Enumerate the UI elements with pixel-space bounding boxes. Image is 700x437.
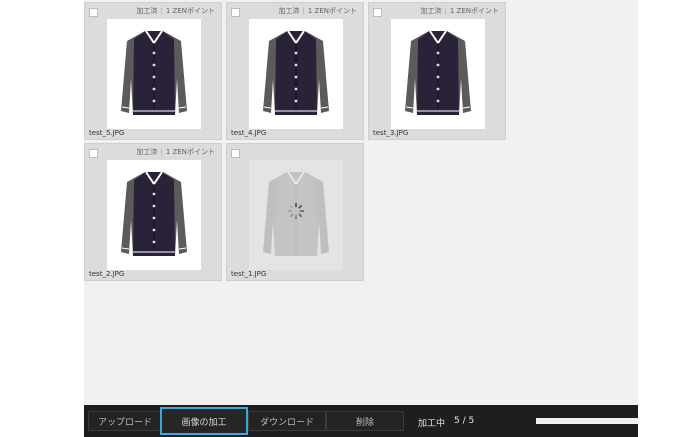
processing-status-label: 加工中 bbox=[418, 419, 446, 429]
download-button[interactable]: ダウンロード bbox=[248, 411, 326, 431]
select-checkbox[interactable] bbox=[231, 8, 240, 17]
delete-button[interactable]: 削除 bbox=[326, 411, 404, 431]
select-checkbox[interactable] bbox=[373, 8, 382, 17]
image-processing-app: 加工済 | 1 ZENポイント test_5.JPG 加工済 | 1 ZENポイ… bbox=[84, 0, 638, 437]
processing-count: 5 / 5 bbox=[454, 416, 475, 426]
loading-spinner-icon bbox=[287, 202, 305, 220]
progress-bar bbox=[536, 418, 638, 424]
card-meta: 加工済 | 1 ZENポイント bbox=[278, 7, 358, 15]
image-card[interactable]: 加工済 | 1 ZENポイント test_2.JPG bbox=[84, 143, 222, 281]
card-meta: 加工済 | 1 ZENポイント bbox=[420, 7, 500, 15]
points-label: 1 ZENポイント bbox=[165, 148, 215, 156]
jacket-image bbox=[405, 30, 471, 115]
bottom-toolbar: アップロード 画像の加工 ダウンロード 削除 加工中 5 / 5 bbox=[84, 405, 638, 437]
image-card[interactable]: 加工済 | 1 ZENポイント test_3.JPG bbox=[368, 2, 506, 140]
points-label: 1 ZENポイント bbox=[165, 7, 215, 15]
image-card[interactable]: test_1.JPG bbox=[226, 143, 364, 281]
jacket-thumbnail[interactable] bbox=[107, 19, 201, 129]
jacket-thumbnail[interactable] bbox=[107, 160, 201, 270]
file-name: test_1.JPG bbox=[231, 270, 267, 278]
points-label: 1 ZENポイント bbox=[307, 7, 357, 15]
select-checkbox[interactable] bbox=[89, 149, 98, 158]
card-meta: 加工済 | 1 ZENポイント bbox=[136, 7, 216, 15]
file-name: test_3.JPG bbox=[373, 129, 409, 137]
process-image-button[interactable]: 画像の加工 bbox=[160, 407, 248, 435]
file-name: test_5.JPG bbox=[89, 129, 125, 137]
processed-status: 加工済 bbox=[278, 7, 300, 15]
processed-status: 加工済 bbox=[136, 7, 158, 15]
jacket-thumbnail[interactable] bbox=[249, 19, 343, 129]
jacket-image bbox=[121, 30, 187, 115]
jacket-thumbnail[interactable] bbox=[391, 19, 485, 129]
card-meta: 加工済 | 1 ZENポイント bbox=[136, 148, 216, 156]
file-name: test_2.JPG bbox=[89, 270, 125, 278]
select-checkbox[interactable] bbox=[89, 8, 98, 17]
points-label: 1 ZENポイント bbox=[449, 7, 499, 15]
image-card[interactable]: 加工済 | 1 ZENポイント test_4.JPG bbox=[226, 2, 364, 140]
select-checkbox[interactable] bbox=[231, 149, 240, 158]
image-grid: 加工済 | 1 ZENポイント test_5.JPG 加工済 | 1 ZENポイ… bbox=[84, 0, 638, 405]
file-name: test_4.JPG bbox=[231, 129, 267, 137]
progress-fill bbox=[536, 418, 638, 424]
jacket-image bbox=[263, 30, 329, 115]
processed-status: 加工済 bbox=[136, 148, 158, 156]
processed-status: 加工済 bbox=[420, 7, 442, 15]
upload-button[interactable]: アップロード bbox=[88, 411, 162, 431]
jacket-image bbox=[121, 171, 187, 256]
image-card[interactable]: 加工済 | 1 ZENポイント test_5.JPG bbox=[84, 2, 222, 140]
